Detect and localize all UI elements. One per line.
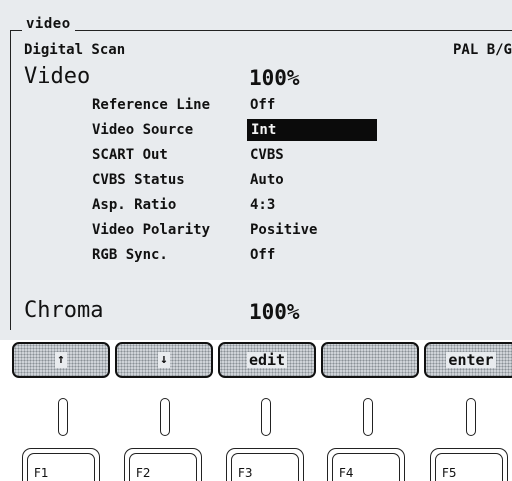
setting-value-selected[interactable]: Int xyxy=(247,119,377,141)
function-key-face: F1 xyxy=(27,453,95,481)
softkey-blank-button[interactable] xyxy=(321,342,419,378)
key-stem xyxy=(466,398,476,436)
function-key-face: F2 xyxy=(129,453,197,481)
function-key-face: F4 xyxy=(332,453,400,481)
setting-video-source[interactable]: Video Source Int xyxy=(0,119,512,143)
setting-value: Auto xyxy=(250,172,284,188)
setting-scart-out[interactable]: SCART Out CVBS xyxy=(0,144,512,168)
lcd-screen: video Digital Scan PAL B/G Video 100% Re… xyxy=(0,0,512,340)
setting-cvbs-status[interactable]: CVBS Status Auto xyxy=(0,169,512,193)
setting-video-polarity[interactable]: Video Polarity Positive xyxy=(0,219,512,243)
setting-value: Off xyxy=(250,247,276,263)
softkey-enter-button[interactable]: enter xyxy=(424,342,512,378)
chroma-level: 100% xyxy=(249,300,300,324)
setting-value: Positive xyxy=(250,222,318,238)
function-key-label: F4 xyxy=(339,466,354,480)
video-level: 100% xyxy=(249,66,300,90)
function-key-label: F2 xyxy=(136,466,151,480)
scan-mode-label: Digital Scan xyxy=(24,42,126,58)
setting-label: Video Polarity xyxy=(92,222,211,238)
function-key-label: F3 xyxy=(238,466,253,480)
key-stem xyxy=(58,398,68,436)
softkey-down-button[interactable]: ↓ xyxy=(115,342,213,378)
setting-reference-line[interactable]: Reference Line Off xyxy=(0,94,512,118)
softkey-bar: ↑ ↓ edit enter xyxy=(0,341,512,379)
function-key-f1[interactable]: F1 xyxy=(22,448,100,481)
softkey-label: enter xyxy=(446,351,496,369)
function-key-f5[interactable]: F5 xyxy=(430,448,508,481)
tv-standard-label: PAL B/G xyxy=(452,42,512,58)
video-heading: Video xyxy=(24,64,91,89)
function-key-face: F3 xyxy=(231,453,299,481)
setting-label: SCART Out xyxy=(92,147,168,163)
down-arrow-icon: ↓ xyxy=(158,352,170,368)
setting-rgb-sync[interactable]: RGB Sync. Off xyxy=(0,244,512,268)
key-stem xyxy=(160,398,170,436)
up-arrow-icon: ↑ xyxy=(55,352,67,368)
setting-value: Off xyxy=(250,97,276,113)
function-key-label: F5 xyxy=(442,466,457,480)
setting-label: Reference Line xyxy=(92,97,211,113)
key-stem xyxy=(261,398,271,436)
function-key-f3[interactable]: F3 xyxy=(226,448,304,481)
softkey-label: edit xyxy=(246,351,288,369)
menu-title: video xyxy=(22,16,75,32)
setting-label: CVBS Status xyxy=(92,172,185,188)
setting-value: CVBS xyxy=(250,147,284,163)
softkey-edit-button[interactable]: edit xyxy=(218,342,316,378)
chroma-heading: Chroma xyxy=(24,298,104,323)
setting-label: Asp. Ratio xyxy=(92,197,177,213)
setting-aspect-ratio[interactable]: Asp. Ratio 4:3 xyxy=(0,194,512,218)
function-key-face: F5 xyxy=(435,453,503,481)
setting-value: 4:3 xyxy=(250,197,276,213)
softkey-up-button[interactable]: ↑ xyxy=(12,342,110,378)
key-stem xyxy=(363,398,373,436)
setting-label: RGB Sync. xyxy=(92,247,168,263)
menu-frame-top xyxy=(10,30,512,31)
function-key-f4[interactable]: F4 xyxy=(327,448,405,481)
setting-label: Video Source xyxy=(92,122,194,138)
function-key-label: F1 xyxy=(34,466,49,480)
function-key-f2[interactable]: F2 xyxy=(124,448,202,481)
